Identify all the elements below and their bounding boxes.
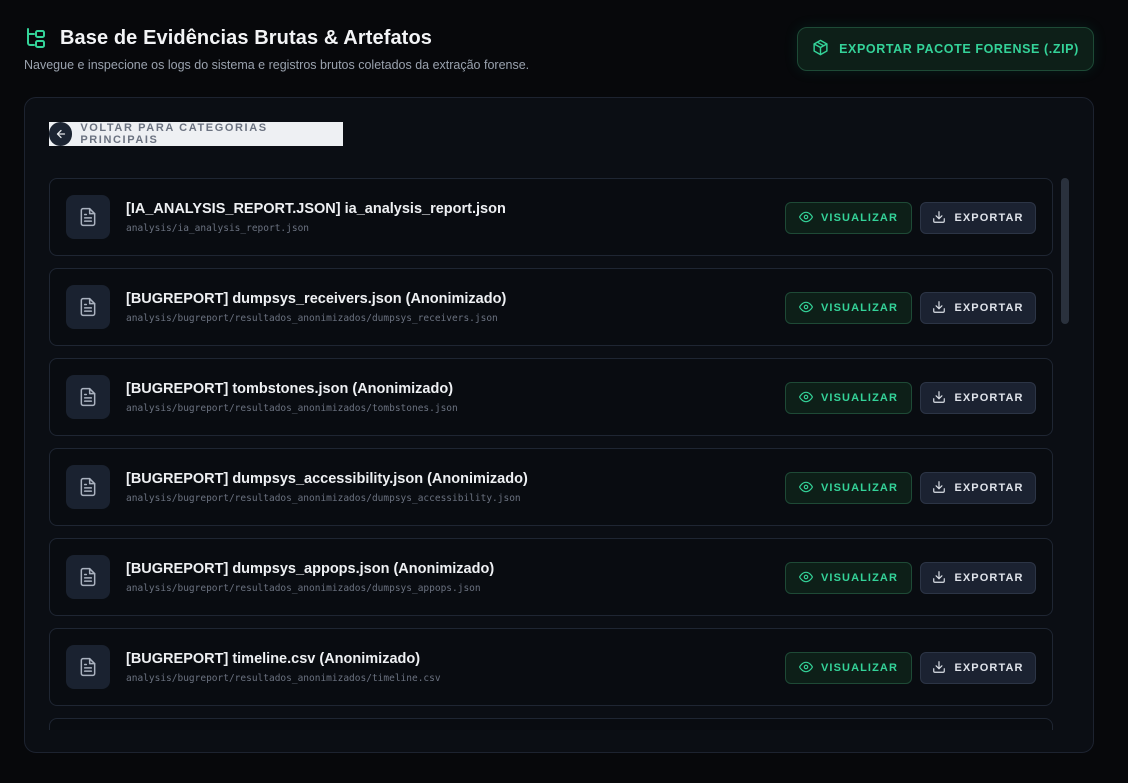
file-title: [BUGREPORT] dumpsys_receivers.json (Anon…: [126, 290, 507, 307]
export-label: EXPORTAR: [954, 572, 1024, 584]
file-path: analysis/bugreport/resultados_anonimizad…: [126, 312, 498, 324]
file-actions: VISUALIZAR EXPORTAR: [785, 652, 1036, 684]
file-title: [IA_ANALYSIS_REPORT.JSON] ia_analysis_re…: [126, 200, 506, 217]
page-title: Base de Evidências Brutas & Artefatos: [60, 26, 432, 49]
view-button[interactable]: VISUALIZAR: [785, 382, 912, 414]
export-label: EXPORTAR: [954, 392, 1024, 404]
file-actions: VISUALIZAR EXPORTAR: [785, 382, 1036, 414]
file-info: [BUGREPORT] dumpsys_accessibility.json (…: [126, 471, 528, 504]
file-title: [BUGREPORT] tombstones.json (Anonimizado…: [126, 380, 454, 397]
file-info: [BUGREPORT] tombstones.json (Anonimizado…: [126, 381, 458, 414]
package-icon: [812, 39, 829, 59]
file-info: [BUGREPORT] timeline.csv (Anonimizado) a…: [126, 651, 441, 684]
evidence-panel: VOLTAR PARA CATEGORIAS PRINCIPAIS [IA_AN…: [24, 97, 1094, 753]
file-text-icon: [66, 465, 110, 509]
file-info: [BUGREPORT] dumpsys_appops.json (Anonimi…: [126, 561, 494, 594]
view-label: VISUALIZAR: [821, 212, 898, 224]
scrollbar-thumb[interactable]: [1061, 178, 1069, 324]
view-button[interactable]: VISUALIZAR: [785, 292, 912, 324]
file-info: [IA_ANALYSIS_REPORT.JSON] ia_analysis_re…: [126, 201, 506, 234]
view-label: VISUALIZAR: [821, 482, 898, 494]
file-list-item: [IA_ANALYSIS_REPORT.JSON] ia_analysis_re…: [49, 178, 1053, 256]
download-icon: [932, 300, 946, 317]
file-path: analysis/bugreport/resultados_anonimizad…: [126, 492, 521, 504]
file-title: [BUGREPORT] dumpsys_appops.json (Anonimi…: [126, 560, 495, 577]
view-button[interactable]: VISUALIZAR: [785, 652, 912, 684]
eye-icon: [799, 390, 813, 407]
view-button[interactable]: VISUALIZAR: [785, 202, 912, 234]
file-list-item: [BUGREPORT] dumpsys_receivers.json (Anon…: [49, 268, 1053, 346]
eye-icon: [799, 570, 813, 587]
export-button[interactable]: EXPORTAR: [920, 292, 1036, 324]
export-button[interactable]: EXPORTAR: [920, 562, 1036, 594]
folder-tree-icon: [24, 26, 48, 50]
file-path: analysis/bugreport/resultados_anonimizad…: [126, 672, 441, 684]
download-icon: [932, 570, 946, 587]
file-path: analysis/bugreport/resultados_anonimizad…: [126, 582, 481, 594]
file-list-item: [BUGREPORT] timeline.csv (Anonimizado) a…: [49, 628, 1053, 706]
export-package-label: EXPORTAR PACOTE FORENSE (.ZIP): [839, 42, 1079, 56]
back-to-categories-button[interactable]: VOLTAR PARA CATEGORIAS PRINCIPAIS: [49, 122, 343, 146]
export-button[interactable]: EXPORTAR: [920, 202, 1036, 234]
export-label: EXPORTAR: [954, 482, 1024, 494]
export-label: EXPORTAR: [954, 212, 1024, 224]
view-label: VISUALIZAR: [821, 662, 898, 674]
download-icon: [932, 660, 946, 677]
file-path: analysis/ia_analysis_report.json: [126, 222, 310, 234]
export-button[interactable]: EXPORTAR: [920, 382, 1036, 414]
file-actions: VISUALIZAR EXPORTAR: [785, 562, 1036, 594]
export-label: EXPORTAR: [954, 662, 1024, 674]
back-label: VOLTAR PARA CATEGORIAS PRINCIPAIS: [80, 122, 268, 146]
file-actions: VISUALIZAR EXPORTAR: [785, 202, 1036, 234]
file-text-icon: [66, 555, 110, 599]
page-header: Base de Evidências Brutas & Artefatos Na…: [24, 26, 1094, 76]
export-label: EXPORTAR: [954, 302, 1024, 314]
file-actions: VISUALIZAR EXPORTAR: [785, 292, 1036, 324]
view-button[interactable]: VISUALIZAR: [785, 562, 912, 594]
download-icon: [932, 390, 946, 407]
export-button[interactable]: EXPORTAR: [920, 472, 1036, 504]
download-icon: [932, 480, 946, 497]
file-text-icon: [66, 375, 110, 419]
file-actions: VISUALIZAR EXPORTAR: [785, 472, 1036, 504]
arrow-left-icon: [49, 122, 73, 146]
file-list-item: VISUALIZAR EXPORTAR: [49, 718, 1053, 730]
file-text-icon: [66, 645, 110, 689]
download-icon: [932, 210, 946, 227]
eye-icon: [799, 480, 813, 497]
file-list-item: [BUGREPORT] tombstones.json (Anonimizado…: [49, 358, 1053, 436]
view-button[interactable]: VISUALIZAR: [785, 472, 912, 504]
file-title: [BUGREPORT] dumpsys_accessibility.json (…: [126, 470, 528, 487]
view-label: VISUALIZAR: [821, 392, 898, 404]
view-label: VISUALIZAR: [821, 302, 898, 314]
export-button[interactable]: EXPORTAR: [920, 652, 1036, 684]
file-list: [IA_ANALYSIS_REPORT.JSON] ia_analysis_re…: [49, 178, 1053, 730]
file-list-item: [BUGREPORT] dumpsys_accessibility.json (…: [49, 448, 1053, 526]
file-title: [BUGREPORT] timeline.csv (Anonimizado): [126, 650, 421, 667]
eye-icon: [799, 660, 813, 677]
file-text-icon: [66, 195, 110, 239]
file-text-icon: [66, 285, 110, 329]
eye-icon: [799, 300, 813, 317]
eye-icon: [799, 210, 813, 227]
file-path: analysis/bugreport/resultados_anonimizad…: [126, 402, 458, 414]
scrollbar[interactable]: [1061, 178, 1069, 730]
export-package-button[interactable]: EXPORTAR PACOTE FORENSE (.ZIP): [797, 27, 1094, 71]
file-list-item: [BUGREPORT] dumpsys_appops.json (Anonimi…: [49, 538, 1053, 616]
file-info: [BUGREPORT] dumpsys_receivers.json (Anon…: [126, 291, 506, 324]
view-label: VISUALIZAR: [821, 572, 898, 584]
